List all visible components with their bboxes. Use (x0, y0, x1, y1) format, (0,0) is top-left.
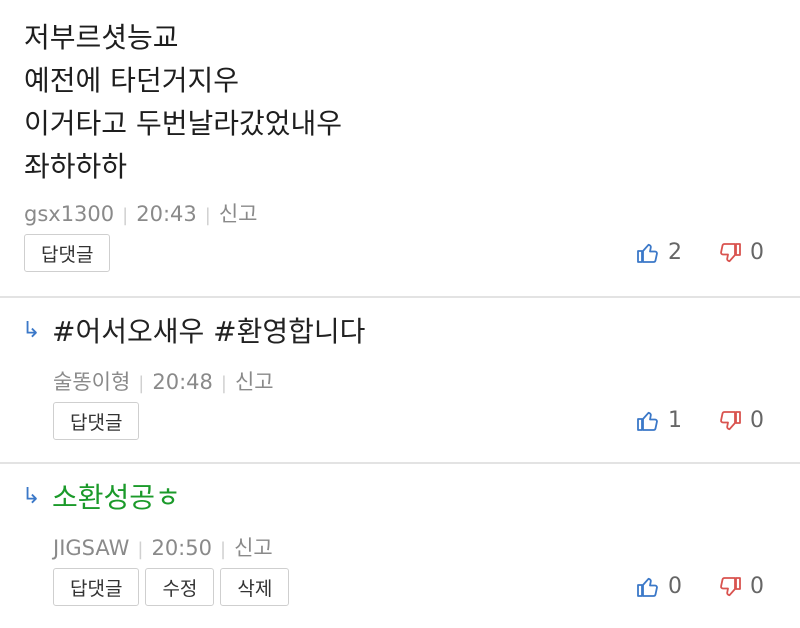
like-count: 0 (668, 574, 682, 599)
separator: | (122, 205, 129, 226)
reply-button[interactable]: 답댓글 (24, 234, 111, 272)
like-button[interactable]: 1 (636, 408, 682, 433)
vote-group: 0 0 (636, 574, 764, 599)
comment-item: ↳ 소환성공ㅎ JIGSAW | 20:50 | 신고 답댓글 수정 삭제 0 0 (0, 464, 800, 628)
comment-item: 저부르셧능교 예전에 타던거지우 이거타고 두번날라갔었내우 좌하하하 gsx1… (0, 0, 800, 298)
reply-arrow-icon: ↳ (22, 484, 41, 509)
comment-body: 저부르셧능교 예전에 타던거지우 이거타고 두번날라갔었내우 좌하하하 (24, 16, 342, 188)
edit-button[interactable]: 수정 (145, 568, 215, 606)
separator: | (219, 539, 227, 560)
like-button[interactable]: 2 (636, 240, 682, 265)
comment-actions: 답댓글 (24, 234, 111, 272)
comment-meta: JIGSAW | 20:50 | 신고 (53, 532, 273, 562)
thumbs-up-icon (637, 243, 658, 263)
report-link[interactable]: 신고 (234, 536, 273, 560)
comment-item: ↳ #어서오새우 #환영합니다 술똥이형 | 20:48 | 신고 답댓글 1 0 (0, 298, 800, 464)
comment-line: 좌하하하 (24, 150, 128, 183)
reply-button[interactable]: 답댓글 (53, 568, 140, 606)
comment-time: 20:43 (136, 202, 197, 226)
comment-time: 20:48 (152, 370, 213, 394)
dislike-count: 0 (750, 240, 764, 265)
dislike-count: 0 (750, 574, 764, 599)
dislike-count: 0 (750, 408, 764, 433)
separator: | (220, 373, 227, 394)
author-name[interactable]: 술똥이형 (53, 370, 130, 394)
dislike-button[interactable]: 0 (718, 574, 764, 599)
report-link[interactable]: 신고 (235, 370, 274, 394)
comment-meta: 술똥이형 | 20:48 | 신고 (53, 366, 274, 396)
vote-group: 1 0 (636, 408, 764, 433)
separator: | (204, 205, 211, 226)
delete-button[interactable]: 삭제 (220, 568, 290, 606)
comment-meta: gsx1300 | 20:43 | 신고 (24, 198, 257, 228)
comment-line: 이거타고 두번날라갔었내우 (24, 107, 343, 140)
like-count: 2 (668, 240, 682, 265)
like-button[interactable]: 0 (636, 574, 682, 599)
thumbs-down-icon (720, 242, 741, 262)
thumbs-up-icon (637, 577, 658, 597)
thumbs-up-icon (637, 411, 658, 431)
reply-arrow-icon: ↳ (22, 318, 41, 343)
vote-group: 2 0 (636, 240, 764, 265)
like-count: 1 (668, 408, 682, 433)
separator: | (137, 539, 144, 560)
comment-line: 예전에 타던거지우 (24, 64, 239, 97)
reply-button[interactable]: 답댓글 (53, 402, 140, 440)
author-name[interactable]: gsx1300 (24, 202, 114, 226)
comment-body: #어서오새우 #환영합니다 (52, 315, 366, 348)
dislike-button[interactable]: 0 (718, 408, 764, 433)
comment-body: 소환성공ㅎ (52, 481, 181, 514)
report-link[interactable]: 신고 (219, 202, 258, 226)
comment-line: 저부르셧능교 (24, 21, 179, 54)
separator: | (138, 373, 145, 394)
thumbs-down-icon (720, 410, 741, 430)
author-name[interactable]: JIGSAW (53, 536, 129, 560)
comment-time: 20:50 (151, 536, 212, 560)
comment-actions: 답댓글 (53, 402, 140, 440)
dislike-button[interactable]: 0 (718, 240, 764, 265)
comment-actions: 답댓글 수정 삭제 (53, 568, 290, 606)
thumbs-down-icon (720, 576, 741, 596)
